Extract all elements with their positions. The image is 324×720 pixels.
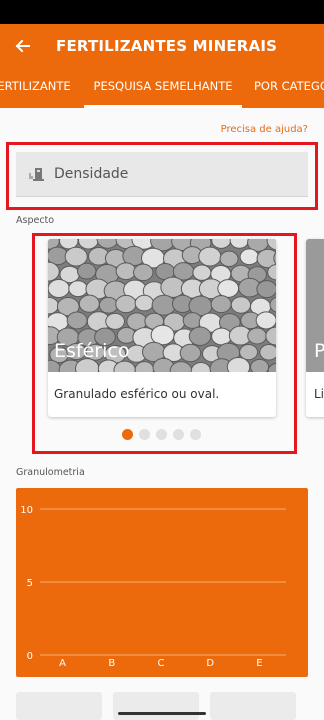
bottom-card[interactable] bbox=[113, 692, 199, 720]
x-tick-label: A bbox=[59, 658, 66, 669]
bottom-card[interactable] bbox=[16, 692, 102, 720]
gesture-nav-handle bbox=[118, 712, 206, 715]
scale-icon bbox=[29, 168, 44, 181]
arrow-back-icon bbox=[15, 39, 30, 53]
bottom-card[interactable] bbox=[210, 692, 296, 720]
granule-photo: Esférico bbox=[48, 239, 276, 372]
page-title: FERTILIZANTES MINERAIS bbox=[56, 37, 278, 55]
card-title: Esférico bbox=[54, 340, 130, 362]
status-bar bbox=[0, 0, 324, 24]
pagination-dot[interactable] bbox=[190, 429, 201, 440]
granule-photo: P bbox=[306, 239, 324, 372]
tab-pesquisa-semelhante[interactable]: PESQUISA SEMELHANTE bbox=[84, 68, 242, 108]
chart-svg: 0 5 10 A B C D E bbox=[20, 505, 286, 669]
help-link[interactable]: Precisa de ajuda? bbox=[221, 124, 308, 135]
card-description: Li bbox=[314, 387, 324, 401]
x-tick-label: C bbox=[158, 658, 165, 669]
pagination-dot[interactable] bbox=[122, 429, 133, 440]
aspect-card-esferico[interactable]: Esférico Granulado esférico ou oval. bbox=[48, 239, 276, 417]
y-tick-label: 10 bbox=[20, 505, 33, 516]
y-tick-label: 0 bbox=[27, 651, 33, 662]
x-tick-label: D bbox=[206, 658, 214, 669]
tab-por-categoria[interactable]: POR CATEGO bbox=[254, 68, 324, 108]
carousel-pagination bbox=[122, 429, 201, 440]
pagination-dot[interactable] bbox=[156, 429, 167, 440]
density-field[interactable]: Densidade bbox=[16, 152, 308, 197]
back-button[interactable] bbox=[0, 24, 44, 68]
granulometria-label: Granulometria bbox=[16, 467, 85, 478]
pagination-dot[interactable] bbox=[173, 429, 184, 440]
pagination-dot[interactable] bbox=[139, 429, 150, 440]
card-title: P bbox=[314, 340, 324, 362]
x-tick-label: B bbox=[108, 658, 115, 669]
x-tick-label: E bbox=[256, 658, 262, 669]
y-tick-label: 5 bbox=[27, 578, 33, 589]
aspect-card-next[interactable]: P Li bbox=[306, 239, 324, 417]
tab-bar: ERTILIZANTE PESQUISA SEMELHANTE POR CATE… bbox=[0, 68, 324, 108]
card-description: Granulado esférico ou oval. bbox=[54, 387, 220, 401]
app-bar: FERTILIZANTES MINERAIS bbox=[0, 24, 324, 68]
aspecto-label: Aspecto bbox=[16, 215, 55, 226]
density-label: Densidade bbox=[54, 166, 129, 182]
tab-fertilizante[interactable]: ERTILIZANTE bbox=[0, 68, 80, 108]
granulometria-chart: 0 5 10 A B C D E bbox=[16, 488, 308, 677]
